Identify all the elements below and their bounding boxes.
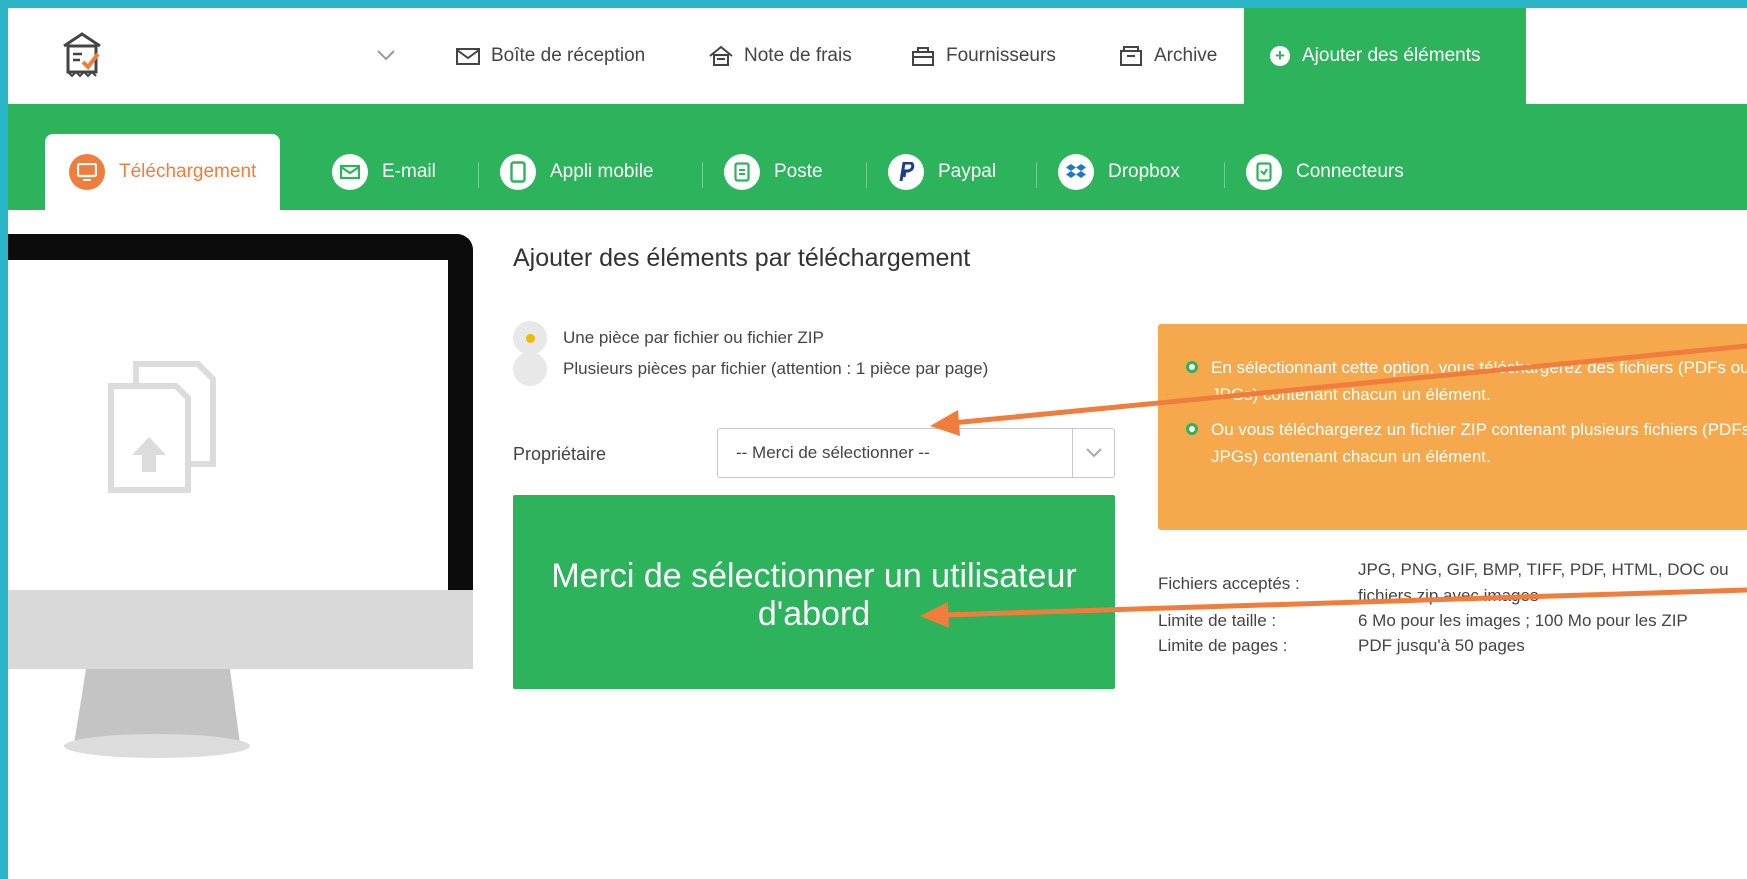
inbox-icon bbox=[456, 48, 480, 65]
upload-button[interactable]: Merci de sélectionner un utilisateur d'a… bbox=[513, 495, 1115, 689]
info-item: Ou vous téléchargerez un fichier ZIP con… bbox=[1186, 416, 1747, 470]
nav-item-archive[interactable]: Archive bbox=[1118, 41, 1217, 71]
nav-item-label: Boîte de réception bbox=[491, 45, 646, 66]
tab-label: E-mail bbox=[382, 161, 436, 182]
info-item: En sélectionnant cette option, vous télé… bbox=[1186, 354, 1747, 408]
tab-connecteurs[interactable]: Connecteurs bbox=[1246, 134, 1404, 210]
expense-icon bbox=[709, 45, 733, 66]
size-limit-label: Limite de taille : bbox=[1158, 611, 1277, 630]
chevron-down-icon[interactable] bbox=[1072, 429, 1114, 477]
page-limit-label: Limite de pages : bbox=[1158, 636, 1288, 655]
bullet-icon bbox=[1186, 423, 1198, 435]
radio-label: Une pièce par fichier ou fichier ZIP bbox=[563, 328, 824, 347]
nav-item-label: Archive bbox=[1154, 45, 1218, 66]
tab-divider bbox=[1224, 162, 1225, 188]
tab-telechargement[interactable]: Téléchargement bbox=[45, 134, 281, 210]
chevron-down-icon[interactable] bbox=[376, 48, 396, 62]
paypal-icon bbox=[888, 154, 924, 190]
nav-item-suppliers[interactable]: Fournisseurs bbox=[910, 41, 1056, 71]
tab-divider bbox=[866, 162, 867, 188]
tab-dropbox[interactable]: Dropbox bbox=[1058, 134, 1180, 210]
radio-button[interactable] bbox=[513, 321, 547, 355]
plus-circle-icon: + bbox=[1270, 46, 1290, 66]
page-title: Ajouter des éléments par téléchargement bbox=[513, 244, 971, 272]
size-limit-value: 6 Mo pour les images ; 100 Mo pour les Z… bbox=[1358, 611, 1688, 630]
info-text: Ou vous téléchargerez un fichier ZIP con… bbox=[1211, 420, 1747, 466]
page-limit-value: PDF jusqu'à 50 pages bbox=[1358, 636, 1525, 655]
tab-label: Appli mobile bbox=[550, 161, 654, 182]
nav-item-label: Fournisseurs bbox=[946, 45, 1056, 66]
info-box: En sélectionnant cette option, vous télé… bbox=[1158, 324, 1747, 530]
nav-item-label: Note de frais bbox=[744, 45, 852, 66]
tab-label: Paypal bbox=[938, 161, 997, 182]
radio-label: Plusieurs pièces par fichier (attention … bbox=[563, 359, 989, 378]
suppliers-icon bbox=[912, 47, 934, 66]
radio-button[interactable] bbox=[513, 352, 547, 386]
nav-item-label: Ajouter des éléments bbox=[1302, 45, 1481, 66]
connectors-icon bbox=[1246, 154, 1282, 190]
tab-label: Connecteurs bbox=[1296, 161, 1404, 182]
info-text: En sélectionnant cette option, vous télé… bbox=[1211, 358, 1747, 404]
monitor-illustration bbox=[8, 234, 473, 758]
dropbox-icon bbox=[1058, 154, 1094, 190]
tab-email[interactable]: E-mail bbox=[332, 134, 436, 210]
tab-divider bbox=[478, 162, 479, 188]
app-logo-icon[interactable] bbox=[60, 30, 104, 78]
desktop-icon bbox=[69, 154, 105, 190]
envelope-icon bbox=[332, 154, 368, 190]
accepted-files-value: JPG, PNG, GIF, BMP, TIFF, PDF, HTML, DOC… bbox=[1358, 560, 1729, 579]
mobile-icon bbox=[500, 154, 536, 190]
nav-item-add-elements[interactable]: + Ajouter des éléments bbox=[1244, 8, 1526, 104]
nav-item-expenses[interactable]: Note de frais bbox=[708, 41, 852, 71]
top-navigation-bar: Boîte de réception Note de frais Fournis… bbox=[8, 8, 1747, 104]
bullet-icon bbox=[1186, 361, 1198, 373]
accepted-files-value-continued: fichiers zip avec images bbox=[1358, 586, 1539, 605]
accepted-files-label: Fichiers acceptés : bbox=[1158, 574, 1300, 593]
tab-divider bbox=[702, 162, 703, 188]
tab-label: Téléchargement bbox=[119, 161, 257, 182]
owner-label: Propriétaire bbox=[513, 444, 607, 464]
radio-option-multiple[interactable]: Plusieurs pièces par fichier (attention … bbox=[513, 352, 988, 386]
owner-select[interactable]: -- Merci de sélectionner -- bbox=[717, 428, 1115, 478]
tab-divider bbox=[1036, 162, 1037, 188]
tab-poste[interactable]: Poste bbox=[724, 134, 823, 210]
tab-label: Dropbox bbox=[1108, 161, 1180, 182]
radio-selected-dot bbox=[525, 333, 535, 343]
radio-option-single[interactable]: Une pièce par fichier ou fichier ZIP bbox=[513, 321, 824, 355]
tab-paypal[interactable]: Paypal bbox=[888, 134, 996, 210]
archive-icon bbox=[1120, 46, 1142, 66]
nav-item-inbox[interactable]: Boîte de réception bbox=[455, 41, 645, 71]
owner-select-value: -- Merci de sélectionner -- bbox=[736, 443, 930, 462]
upload-method-tabs: Téléchargement E-mail Appli mobile Poste bbox=[8, 104, 1747, 210]
tab-label: Poste bbox=[774, 161, 823, 182]
tab-mobile-app[interactable]: Appli mobile bbox=[500, 134, 654, 210]
app-frame: Boîte de réception Note de frais Fournis… bbox=[8, 8, 1747, 879]
letter-icon bbox=[724, 154, 760, 190]
